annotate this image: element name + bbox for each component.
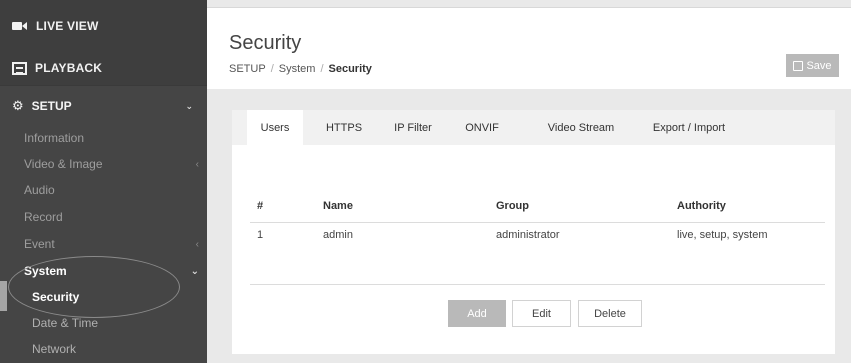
sidebar-item-audio[interactable]: Audio bbox=[0, 178, 207, 202]
tab-video-stream[interactable]: Video Stream bbox=[535, 110, 627, 145]
page-title: Security bbox=[229, 32, 302, 54]
breadcrumb-separator: / bbox=[270, 63, 274, 75]
table-cell-authority[interactable]: live, setup, system bbox=[677, 229, 767, 241]
chevron-down-icon: ⌄ bbox=[190, 265, 199, 277]
sidebar-item-record[interactable]: Record bbox=[0, 205, 207, 229]
table-cell-number[interactable]: 1 bbox=[257, 229, 263, 241]
nav-setup-label: SETUP bbox=[31, 99, 72, 113]
save-icon bbox=[793, 60, 804, 71]
security-panel: Users HTTPS IP Filter ONVIF Video Stream… bbox=[232, 110, 835, 354]
tab-onvif[interactable]: ONVIF bbox=[454, 110, 510, 145]
save-label: Save bbox=[806, 59, 832, 72]
sidebar: LIVE VIEW PLAYBACK ⚙ SETUP ⌄ Information… bbox=[0, 0, 207, 363]
edit-button[interactable]: Edit bbox=[512, 300, 571, 327]
table-header-divider bbox=[250, 222, 825, 223]
sidebar-item-label: Date & Time bbox=[32, 316, 99, 330]
sidebar-item-label: Record bbox=[24, 210, 63, 224]
tab-label: HTTPS bbox=[325, 121, 363, 134]
column-header-number: # bbox=[257, 200, 264, 212]
tab-label: ONVIF bbox=[465, 121, 499, 134]
nav-playback[interactable]: PLAYBACK bbox=[0, 57, 102, 79]
tab-label: IP Filter bbox=[394, 121, 432, 134]
breadcrumb-separator: / bbox=[320, 63, 324, 75]
breadcrumb-setup[interactable]: SETUP bbox=[229, 63, 266, 75]
tab-label: Export / Import bbox=[652, 121, 726, 134]
tab-https[interactable]: HTTPS bbox=[316, 110, 372, 145]
tab-ip-filter[interactable]: IP Filter bbox=[382, 110, 444, 145]
delete-button[interactable]: Delete bbox=[578, 300, 642, 327]
sidebar-item-information[interactable]: Information bbox=[0, 126, 207, 150]
sidebar-item-label: Network bbox=[32, 342, 77, 356]
highlight-circle bbox=[8, 256, 180, 318]
nav-playback-label: PLAYBACK bbox=[35, 61, 103, 75]
camera-icon bbox=[12, 20, 28, 32]
table-cell-name[interactable]: admin bbox=[323, 229, 353, 241]
add-button[interactable]: Add bbox=[448, 300, 506, 327]
sidebar-item-label: Information bbox=[24, 131, 85, 145]
sidebar-item-label: Audio bbox=[24, 183, 55, 197]
breadcrumb-security: Security bbox=[328, 63, 372, 75]
film-icon bbox=[12, 61, 27, 75]
main-content: Security SETUP / System / Security Save User… bbox=[207, 0, 851, 363]
nav-live-view-label: LIVE VIEW bbox=[36, 19, 99, 33]
chevron-down-icon: ⌄ bbox=[185, 100, 193, 111]
chevron-left-icon: ‹ bbox=[195, 158, 199, 170]
delete-label: Delete bbox=[594, 307, 626, 320]
tab-users[interactable]: Users bbox=[247, 110, 303, 145]
page-header: Security SETUP / System / Security Save bbox=[207, 7, 851, 89]
column-header-authority: Authority bbox=[677, 200, 726, 212]
edit-label: Edit bbox=[532, 307, 551, 320]
breadcrumb-system[interactable]: System bbox=[279, 63, 316, 75]
tab-label: Users bbox=[260, 121, 290, 134]
sidebar-item-label: Event bbox=[24, 237, 55, 251]
tab-label: Video Stream bbox=[547, 121, 615, 134]
active-marker bbox=[0, 281, 7, 311]
sidebar-item-network[interactable]: Network bbox=[0, 337, 207, 361]
sidebar-item-label: Video & Image bbox=[24, 157, 103, 171]
tab-bar: Users HTTPS IP Filter ONVIF Video Stream… bbox=[232, 110, 835, 145]
column-header-group: Group bbox=[496, 200, 529, 212]
table-cell-group[interactable]: administrator bbox=[496, 229, 560, 241]
sidebar-item-event[interactable]: Event ‹ bbox=[0, 232, 207, 256]
tab-export-import[interactable]: Export / Import bbox=[634, 110, 744, 145]
gears-icon: ⚙ bbox=[12, 98, 24, 113]
nav-live-view[interactable]: LIVE VIEW bbox=[0, 15, 98, 37]
add-label: Add bbox=[467, 307, 487, 320]
column-header-name: Name bbox=[323, 200, 353, 212]
sidebar-item-video-image[interactable]: Video & Image ‹ bbox=[0, 152, 207, 176]
save-button[interactable]: Save bbox=[786, 54, 839, 77]
nav-setup[interactable]: ⚙ SETUP ⌄ bbox=[0, 96, 207, 116]
chevron-left-icon: ‹ bbox=[195, 238, 199, 250]
table-footer-divider bbox=[250, 284, 825, 285]
breadcrumb: SETUP / System / Security bbox=[229, 63, 372, 75]
